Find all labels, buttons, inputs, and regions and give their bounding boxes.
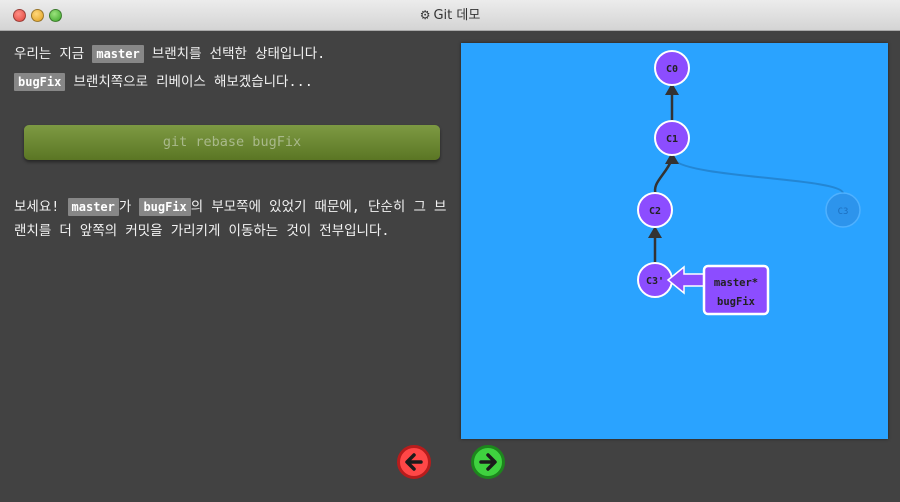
intro-line-2: bugFix 브랜치쪽으로 리베이스 해보겠습니다... [14,70,450,94]
commit-c1-label: C1 [666,134,678,145]
bugfix-branch-tag: bugFix [14,73,66,91]
commit-c0-label: C0 [666,64,678,75]
arrow-right-icon [479,453,497,471]
explanation-prefix: 보세요! [14,199,68,215]
commit-c2-label: C2 [649,206,661,217]
intro-text-rebase: 브랜치쪽으로 리베이스 해보겠습니다... [65,74,313,90]
commit-graph: C3 C0 C1 C2 C3' master* bugFix [637,50,861,316]
commit-c3-prime-label: C3' [646,276,664,287]
arrow-left-icon [405,453,423,471]
branch-label-master: master* [714,277,758,289]
gear-icon: ⚙ [419,8,431,22]
master-branch-tag: master [92,45,144,63]
next-button[interactable] [471,445,505,479]
git-graph-canvas: C3 C0 C1 C2 C3' master* bugFix [461,43,888,439]
intro-line-1: 우리는 지금 master 브랜치를 선택한 상태입니다. [14,42,450,66]
branch-pointer-arrow [666,265,706,295]
intro-text-prefix: 우리는 지금 [14,46,93,62]
old-commit-edge [673,159,844,194]
window-title-text: Git 데모 [433,8,481,23]
explanation-text: 보세요! master 가 bugFix 의 부모쪽에 있었기 때문에, 단순히 그… [14,195,454,243]
branch-label-bugfix: bugFix [717,296,756,308]
edge-c2-c1 [653,158,674,196]
app-window: ⚙ Git 데모 우리는 지금 master 브랜치를 선택한 상태입니다. bu… [0,0,900,502]
command-button[interactable]: git rebase bugFix [24,125,440,160]
master-branch-tag-inline: master [67,198,119,216]
intro-text-suffix: 브랜치를 선택한 상태입니다. [143,46,326,62]
commit-c3-old-label: C3 [838,207,849,217]
bugfix-branch-tag-inline: bugFix [139,198,191,216]
intro-text: 우리는 지금 master 브랜치를 선택한 상태입니다. bugFix 브랜치… [14,42,450,94]
previous-button[interactable] [397,445,431,479]
explanation-particle: 가 [118,199,140,215]
title-bar: ⚙ Git 데모 [0,0,900,31]
window-title: ⚙ Git 데모 [0,0,900,30]
